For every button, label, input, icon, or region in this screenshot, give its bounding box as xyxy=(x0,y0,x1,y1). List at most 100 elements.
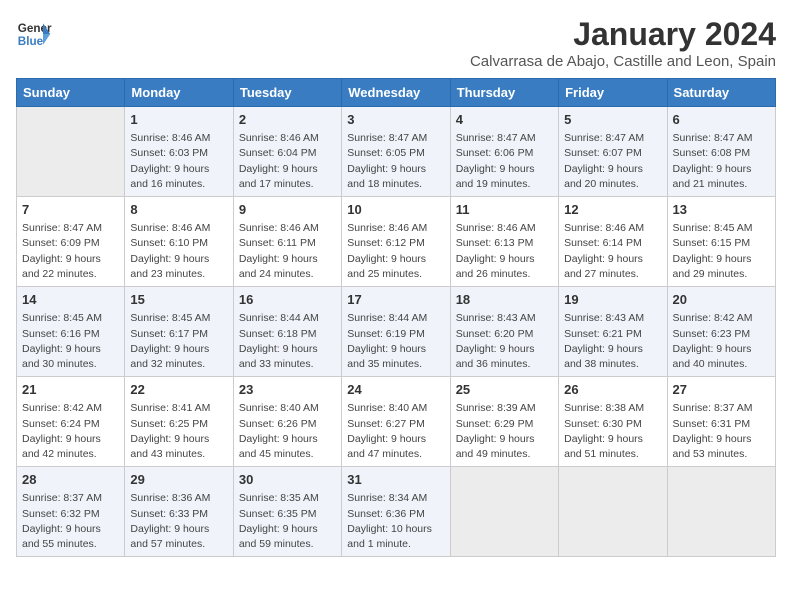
day-number: 29 xyxy=(130,471,227,489)
day-cell: 6Sunrise: 8:47 AMSunset: 6:08 PMDaylight… xyxy=(667,107,775,197)
title-area: January 2024 Calvarrasa de Abajo, Castil… xyxy=(470,16,776,70)
week-row-4: 21 Sunrise: 8:42 AMSunset: 6:24 PMDayligh… xyxy=(17,377,776,467)
day-number: 12 xyxy=(564,201,661,219)
day-cell: 5 Sunrise: 8:47 AMSunset: 6:07 PMDaylight… xyxy=(559,107,667,197)
day-number: 17 xyxy=(347,291,444,309)
day-info: Sunrise: 8:37 AMSunset: 6:31 PMDaylight:… xyxy=(673,401,770,462)
day-number: 5 xyxy=(564,111,661,129)
day-cell: 28 Sunrise: 8:37 AMSunset: 6:32 PMDayligh… xyxy=(17,467,125,557)
day-number: 22 xyxy=(130,381,227,399)
day-number: 20 xyxy=(673,291,770,309)
day-info: Sunrise: 8:36 AMSunset: 6:33 PMDaylight:… xyxy=(130,491,227,552)
day-number: 23 xyxy=(239,381,336,399)
day-number: 8 xyxy=(130,201,227,219)
day-cell: 25 Sunrise: 8:39 AMSunset: 6:29 PMDayligh… xyxy=(450,377,558,467)
day-number: 28 xyxy=(22,471,119,489)
day-info: Sunrise: 8:45 AMSunset: 6:17 PMDaylight:… xyxy=(130,311,227,372)
svg-text:Blue: Blue xyxy=(18,35,44,48)
day-info: Sunrise: 8:46 AMSunset: 6:11 PMDaylight:… xyxy=(239,221,336,282)
day-number: 25 xyxy=(456,381,553,399)
day-number: 31 xyxy=(347,471,444,489)
day-cell: 12 Sunrise: 8:46 AMSunset: 6:14 PMDayligh… xyxy=(559,197,667,287)
day-number: 10 xyxy=(347,201,444,219)
day-info: Sunrise: 8:42 AMSunset: 6:24 PMDaylight:… xyxy=(22,401,119,462)
week-row-1: 1 Sunrise: 8:46 AMSunset: 6:03 PMDaylight… xyxy=(17,107,776,197)
day-number: 16 xyxy=(239,291,336,309)
calendar-title: January 2024 xyxy=(470,16,776,53)
week-row-3: 14Sunrise: 8:45 AMSunset: 6:16 PMDayligh… xyxy=(17,287,776,377)
day-info: Sunrise: 8:46 AMSunset: 6:10 PMDaylight:… xyxy=(130,221,227,282)
day-info: Sunrise: 8:46 AMSunset: 6:03 PMDaylight:… xyxy=(130,131,227,192)
day-number: 18 xyxy=(456,291,553,309)
day-info: Sunrise: 8:42 AMSunset: 6:23 PMDaylight:… xyxy=(673,311,770,372)
weekday-header-tuesday: Tuesday xyxy=(233,79,341,107)
weekday-header-wednesday: Wednesday xyxy=(342,79,450,107)
day-cell: 21 Sunrise: 8:42 AMSunset: 6:24 PMDayligh… xyxy=(17,377,125,467)
day-info: Sunrise: 8:44 AMSunset: 6:19 PMDaylight:… xyxy=(347,311,444,372)
day-number: 27 xyxy=(673,381,770,399)
day-info: Sunrise: 8:43 AMSunset: 6:20 PMDaylight:… xyxy=(456,311,553,372)
day-info: Sunrise: 8:43 AMSunset: 6:21 PMDaylight:… xyxy=(564,311,661,372)
day-info: Sunrise: 8:39 AMSunset: 6:29 PMDaylight:… xyxy=(456,401,553,462)
header: General Blue January 2024 Calvarrasa de … xyxy=(16,16,776,70)
header-row: SundayMondayTuesdayWednesdayThursdayFrid… xyxy=(17,79,776,107)
day-cell: 11 Sunrise: 8:46 AMSunset: 6:13 PMDayligh… xyxy=(450,197,558,287)
day-info: Sunrise: 8:34 AMSunset: 6:36 PMDaylight:… xyxy=(347,491,444,552)
day-cell: 9 Sunrise: 8:46 AMSunset: 6:11 PMDaylight… xyxy=(233,197,341,287)
day-cell: 27 Sunrise: 8:37 AMSunset: 6:31 PMDayligh… xyxy=(667,377,775,467)
day-info: Sunrise: 8:46 AMSunset: 6:12 PMDaylight:… xyxy=(347,221,444,282)
day-info: Sunrise: 8:46 AMSunset: 6:13 PMDaylight:… xyxy=(456,221,553,282)
week-row-2: 7Sunrise: 8:47 AMSunset: 6:09 PMDaylight… xyxy=(17,197,776,287)
day-cell: 4 Sunrise: 8:47 AMSunset: 6:06 PMDaylight… xyxy=(450,107,558,197)
day-number: 11 xyxy=(456,201,553,219)
day-number: 1 xyxy=(130,111,227,129)
day-cell: 20 Sunrise: 8:42 AMSunset: 6:23 PMDayligh… xyxy=(667,287,775,377)
day-cell: 13 Sunrise: 8:45 AMSunset: 6:15 PMDayligh… xyxy=(667,197,775,287)
day-number: 7 xyxy=(22,201,119,219)
day-cell: 29 Sunrise: 8:36 AMSunset: 6:33 PMDayligh… xyxy=(125,467,233,557)
weekday-header-sunday: Sunday xyxy=(17,79,125,107)
day-info: Sunrise: 8:47 AMSunset: 6:06 PMDaylight:… xyxy=(456,131,553,192)
day-cell: 22Sunrise: 8:41 AMSunset: 6:25 PMDayligh… xyxy=(125,377,233,467)
day-info: Sunrise: 8:40 AMSunset: 6:27 PMDaylight:… xyxy=(347,401,444,462)
day-info: Sunrise: 8:45 AMSunset: 6:16 PMDaylight:… xyxy=(22,311,119,372)
day-number: 13 xyxy=(673,201,770,219)
day-cell: 14Sunrise: 8:45 AMSunset: 6:16 PMDayligh… xyxy=(17,287,125,377)
day-cell: 30Sunrise: 8:35 AMSunset: 6:35 PMDayligh… xyxy=(233,467,341,557)
day-number: 3 xyxy=(347,111,444,129)
day-cell: 3 Sunrise: 8:47 AMSunset: 6:05 PMDaylight… xyxy=(342,107,450,197)
day-cell: 10 Sunrise: 8:46 AMSunset: 6:12 PMDayligh… xyxy=(342,197,450,287)
day-info: Sunrise: 8:47 AMSunset: 6:05 PMDaylight:… xyxy=(347,131,444,192)
day-info: Sunrise: 8:46 AMSunset: 6:14 PMDaylight:… xyxy=(564,221,661,282)
day-cell: 26 Sunrise: 8:38 AMSunset: 6:30 PMDayligh… xyxy=(559,377,667,467)
day-cell xyxy=(17,107,125,197)
day-info: Sunrise: 8:38 AMSunset: 6:30 PMDaylight:… xyxy=(564,401,661,462)
day-number: 4 xyxy=(456,111,553,129)
weekday-header-monday: Monday xyxy=(125,79,233,107)
day-cell: 23 Sunrise: 8:40 AMSunset: 6:26 PMDayligh… xyxy=(233,377,341,467)
day-number: 26 xyxy=(564,381,661,399)
day-number: 19 xyxy=(564,291,661,309)
day-number: 6 xyxy=(673,111,770,129)
day-number: 21 xyxy=(22,381,119,399)
day-info: Sunrise: 8:45 AMSunset: 6:15 PMDaylight:… xyxy=(673,221,770,282)
day-info: Sunrise: 8:35 AMSunset: 6:35 PMDaylight:… xyxy=(239,491,336,552)
day-cell: 15Sunrise: 8:45 AMSunset: 6:17 PMDayligh… xyxy=(125,287,233,377)
day-info: Sunrise: 8:47 AMSunset: 6:07 PMDaylight:… xyxy=(564,131,661,192)
day-info: Sunrise: 8:40 AMSunset: 6:26 PMDaylight:… xyxy=(239,401,336,462)
day-cell: 2Sunrise: 8:46 AMSunset: 6:04 PMDaylight… xyxy=(233,107,341,197)
day-info: Sunrise: 8:37 AMSunset: 6:32 PMDaylight:… xyxy=(22,491,119,552)
logo: General Blue xyxy=(16,16,52,52)
day-info: Sunrise: 8:44 AMSunset: 6:18 PMDaylight:… xyxy=(239,311,336,372)
calendar-subtitle: Calvarrasa de Abajo, Castille and Leon, … xyxy=(470,53,776,70)
day-cell: 24 Sunrise: 8:40 AMSunset: 6:27 PMDayligh… xyxy=(342,377,450,467)
day-cell: 18 Sunrise: 8:43 AMSunset: 6:20 PMDayligh… xyxy=(450,287,558,377)
day-number: 24 xyxy=(347,381,444,399)
day-cell: 1 Sunrise: 8:46 AMSunset: 6:03 PMDaylight… xyxy=(125,107,233,197)
day-number: 9 xyxy=(239,201,336,219)
day-cell xyxy=(450,467,558,557)
logo-icon: General Blue xyxy=(16,16,52,52)
day-cell: 8 Sunrise: 8:46 AMSunset: 6:10 PMDaylight… xyxy=(125,197,233,287)
day-number: 2 xyxy=(239,111,336,129)
weekday-header-thursday: Thursday xyxy=(450,79,558,107)
